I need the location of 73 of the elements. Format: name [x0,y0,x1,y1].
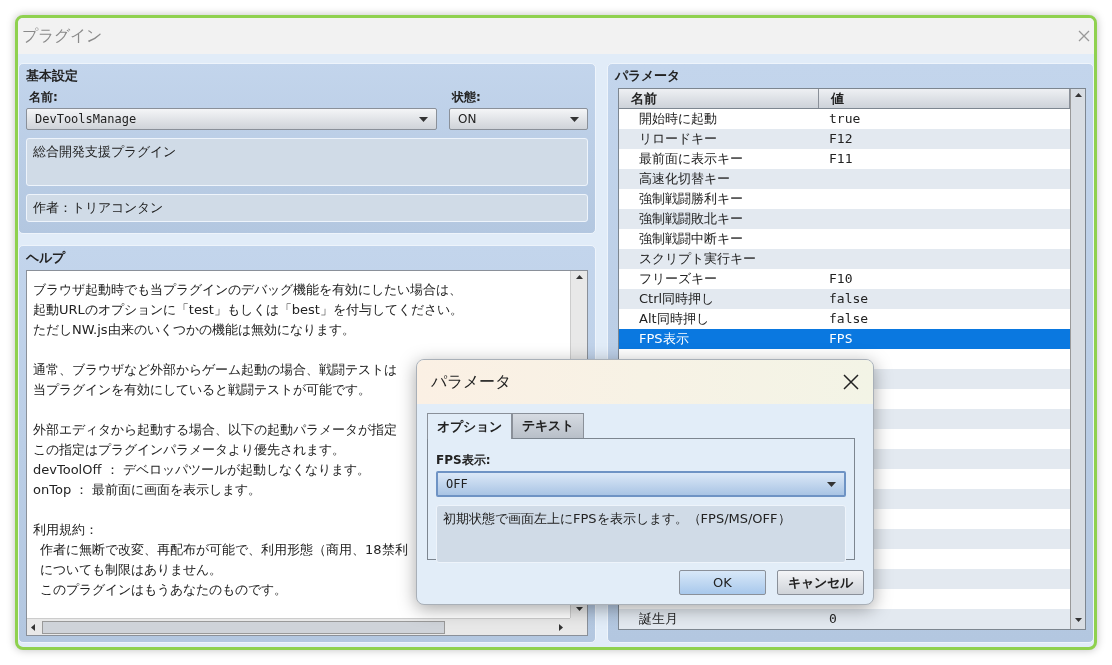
horizontal-scrollbar[interactable] [27,618,570,635]
parameter-value: FPS [828,330,854,348]
parameter-value: F12 [828,130,854,148]
field-label: 状態: [452,89,482,106]
help-text-line: この指定はプラグインパラメータより優先されます。 [33,441,345,459]
parameter-name: 強制戦闘敗北キー [638,210,744,228]
tab[interactable]: オプション [427,413,512,439]
parameter-row[interactable]: 最前面に表示キー F11 [619,149,1070,169]
scrollbar-corner [570,618,587,635]
parameter-row[interactable]: リロードキー F12 [619,129,1070,149]
parameter-name: 高速化切替キー [638,170,731,188]
field-label: FPS表示: [436,452,492,469]
name-dropdown[interactable]: DevToolsManage [26,108,437,130]
parameter-name: Ctrl同時押し [638,290,716,308]
description-box: 総合開発支援プラグイン [26,138,588,186]
parameter-row[interactable]: スクリプト実行キー [619,249,1070,269]
fps-dropdown[interactable]: OFF [436,471,846,497]
help-text-line: 起動URLのオプションに「test」もしくは「best」を付与してください。 [33,301,463,319]
parameter-value: false [828,290,870,308]
help-text-line: このプラグインはもうあなたのものです。 [40,581,287,599]
parameter-row[interactable]: FPS表示 FPS [619,329,1070,349]
help-text-line: 利用規約： [33,521,98,539]
field-label: 名前: [29,89,59,106]
help-text-line: 通常、ブラウザなど外部からゲーム起動の場合、戦闘テストは [33,361,397,379]
section-heading: 基本設定 [26,67,79,85]
parameter-name: 強制戦闘勝利キー [638,190,744,208]
section-heading: ヘルプ [26,249,67,267]
help-text-line: 作者に無断で改変、再配布が可能で、利用形態（商用、18禁利 [40,541,408,559]
parameter-name: FPS表示 [638,330,690,348]
parameter-row[interactable]: 開始時に起動 true [619,109,1070,129]
parameter-row[interactable]: Alt同時押し false [619,309,1070,329]
state-dropdown[interactable]: ON [449,108,588,130]
help-text-line: 当プラグインを有効にしていると戦闘テストが可能です。 [33,381,371,399]
description-box: 初期状態で画面左上にFPSを表示します。（FPS/MS/OFF） [436,505,846,563]
parameter-row[interactable]: フリーズキー F10 [619,269,1070,289]
parameter-row[interactable]: 誕生月 0 [619,609,1070,629]
close-icon[interactable] [843,374,859,390]
help-text-line: onTop ： 最前面に画面を表示します。 [33,481,262,499]
help-text-line: ブラウザ起動時でも当プラグインのデバッグ機能を有効にしたい場合は、 [33,281,462,299]
parameter-row[interactable]: 高速化切替キー [619,169,1070,189]
help-text-line: についても制限はありません。 [40,561,222,579]
parameter-name: スクリプト実行キー [638,250,757,268]
parameter-value: false [828,310,870,328]
parameter-name: 強制戦闘中断キー [638,230,744,248]
help-text-line: ただしNW.js由来のいくつかの機能は無効になります。 [33,321,355,339]
parameter-name: 誕生月 [638,610,679,628]
section-heading: パラメータ [615,67,681,85]
caret-icon [419,116,428,122]
parameter-value: 0 [828,610,838,628]
parameter-value: true [828,110,862,128]
window-title: プラグイン [22,25,103,47]
vertical-scrollbar[interactable] [1070,89,1085,629]
dialog-title: パラメータ [431,371,512,393]
parameter-row[interactable]: 強制戦闘勝利キー [619,189,1070,209]
parameter-row[interactable]: 強制戦闘中断キー [619,229,1070,249]
parameter-name: リロードキー [638,130,718,148]
help-text-line: devToolOff ： デベロッパツールが起動しなくなります。 [33,461,370,479]
caret-icon [570,116,579,122]
parameter-name: Alt同時押し [638,310,710,328]
column-header[interactable]: 名前 [619,89,819,108]
parameter-name: 最前面に表示キー [638,150,744,168]
parameter-value: F10 [828,270,854,288]
cancel-button[interactable]: キャンセル [777,570,864,595]
parameter-name: フリーズキー [638,270,718,288]
caret-icon [827,481,836,487]
parameter-row[interactable]: 強制戦闘敗北キー [619,209,1070,229]
ok-button[interactable]: OK [679,570,766,595]
tab[interactable]: テキスト [512,413,584,438]
parameter-name: 開始時に起動 [638,110,718,128]
parameter-value: F11 [828,150,854,168]
author-box: 作者：トリアコンタン [26,194,588,222]
parameter-row[interactable]: Ctrl同時押し false [619,289,1070,309]
help-text-line: 外部エディタから起動する場合、以下の起動パラメータが指定 [33,421,397,439]
